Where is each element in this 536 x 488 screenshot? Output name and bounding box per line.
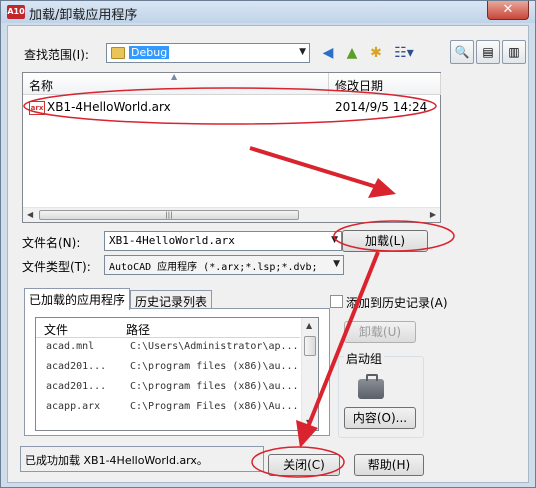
applist-header: 文件 路径 [36,318,300,338]
horizontal-scrollbar[interactable]: ◀ ||| ▶ [23,207,440,222]
filename-label: 文件名(N): [22,236,81,250]
list-item[interactable]: acad.mnl C:\Users\Administrator\ap... [36,338,300,358]
filetype-combo[interactable]: AutoCAD 应用程序 (*.arx;*.lsp;*.dvb; ▼ [104,255,344,275]
filetype-label: 文件类型(T): [22,260,91,274]
find-icon[interactable]: 🔍 [450,40,474,64]
views-menu-icon[interactable]: ☷▾ [390,43,418,63]
app-file: acad.mnl [46,341,95,352]
file-date: 2014/9/5 14:24 [335,100,428,114]
back-icon[interactable]: ◀ [318,43,338,63]
loaded-apps-list[interactable]: 文件 路径 acad.mnl C:\Users\Administrator\ap… [35,317,319,431]
help-button[interactable]: 帮助(H) [354,454,424,476]
list-item[interactable]: acad201... C:\program files (x86)\au... [36,358,300,378]
app-path: C:\program files (x86)\au... [130,361,299,372]
column-header-date[interactable]: 修改日期 [329,73,441,95]
app-file: acad201... [46,381,107,392]
applist-col-file: 文件 [44,323,69,337]
file-row[interactable]: arx XB1-4HelloWorld.arx 2014/9/5 14:24 [25,98,439,118]
app-path: C:\Program Files (x86)\Au... [130,401,299,412]
chevron-down-icon: ▼ [333,259,340,269]
scroll-right-icon[interactable]: ▶ [430,210,436,219]
filename-combo[interactable]: XB1-4HelloWorld.arx ▼ [104,231,342,251]
app-path: C:\Users\Administrator\ap... [130,341,299,352]
arx-file-icon: arx [29,101,45,115]
title-bar: A10 加载/卸载应用程序 ✕ [1,1,535,23]
filename-value: XB1-4HelloWorld.arx [109,234,235,247]
new-folder-icon[interactable]: ✱ [366,43,386,63]
add-favorite-icon[interactable]: ▥ [502,40,526,64]
app-file: acapp.arx [46,401,101,412]
load-button[interactable]: 加载(L) [342,230,428,252]
list-item[interactable]: acapp.arx C:\Program Files (x86)\Au... [36,398,300,418]
tab-loaded-apps[interactable]: 已加载的应用程序 [24,288,131,310]
scroll-up-icon[interactable]: ▲ [306,321,312,330]
sort-up-icon: ▲ [171,72,178,81]
load-unload-dialog: A10 加载/卸载应用程序 ✕ 查找范围(I): Debug ▼ ◀ ▲ ✱ ☷… [0,0,536,488]
column-header-name-label: 名称 [29,79,54,93]
tools-icon[interactable]: ▤ [476,40,500,64]
file-list[interactable]: 名称 ▲ 修改日期 arx XB1-4HelloWorld.arx 2014/9… [22,72,441,223]
scroll-left-icon[interactable]: ◀ [27,210,33,219]
chevron-down-icon: ▼ [331,235,338,245]
briefcase-icon [358,374,384,399]
autocad-app-icon: A10 [7,5,25,19]
file-name: XB1-4HelloWorld.arx [47,100,171,114]
status-text: 已成功加载 XB1-4HelloWorld.arx。 [25,454,208,467]
filetype-value: AutoCAD 应用程序 (*.arx;*.lsp;*.dvb; [109,262,318,273]
window-close-button[interactable]: ✕ [487,1,529,20]
applist-col-path: 路径 [126,323,151,337]
add-history-checkbox[interactable] [330,295,343,308]
app-file: acad201... [46,361,107,372]
scroll-thumb[interactable] [304,336,316,356]
list-item[interactable]: acad201... C:\program files (x86)\au... [36,378,300,398]
dialog-client-area: 查找范围(I): Debug ▼ ◀ ▲ ✱ ☷▾ 🔍 ▤ ▥ 名称 ▲ 修改日… [7,25,529,483]
chevron-down-icon: ▼ [299,47,306,57]
scroll-down-icon[interactable]: ▼ [306,418,312,427]
close-button[interactable]: 关闭(C) [268,454,340,476]
folder-icon [111,47,125,59]
lookin-value: Debug [129,46,170,59]
lookin-combo[interactable]: Debug ▼ [106,43,310,63]
unload-button[interactable]: 卸载(U) [344,321,416,343]
loaded-apps-panel: 文件 路径 acad.mnl C:\Users\Administrator\ap… [24,308,330,436]
startup-group-label: 启动组 [344,350,385,367]
column-header-name[interactable]: 名称 ▲ [23,72,329,95]
vertical-scrollbar[interactable]: ▲ ▼ [301,318,318,430]
window-title: 加载/卸载应用程序 [29,8,138,23]
tab-history-list[interactable]: 历史记录列表 [130,290,213,310]
contents-button[interactable]: 内容(O)... [344,407,416,429]
up-folder-icon[interactable]: ▲ [342,43,362,63]
column-header-date-label: 修改日期 [335,79,384,93]
add-history-label: 添加到历史记录(A) [346,296,448,310]
scroll-thumb[interactable]: ||| [39,210,299,220]
status-bar: 已成功加载 XB1-4HelloWorld.arx。 [20,446,264,472]
lookin-label: 查找范围(I): [24,48,89,62]
app-path: C:\program files (x86)\au... [130,381,299,392]
